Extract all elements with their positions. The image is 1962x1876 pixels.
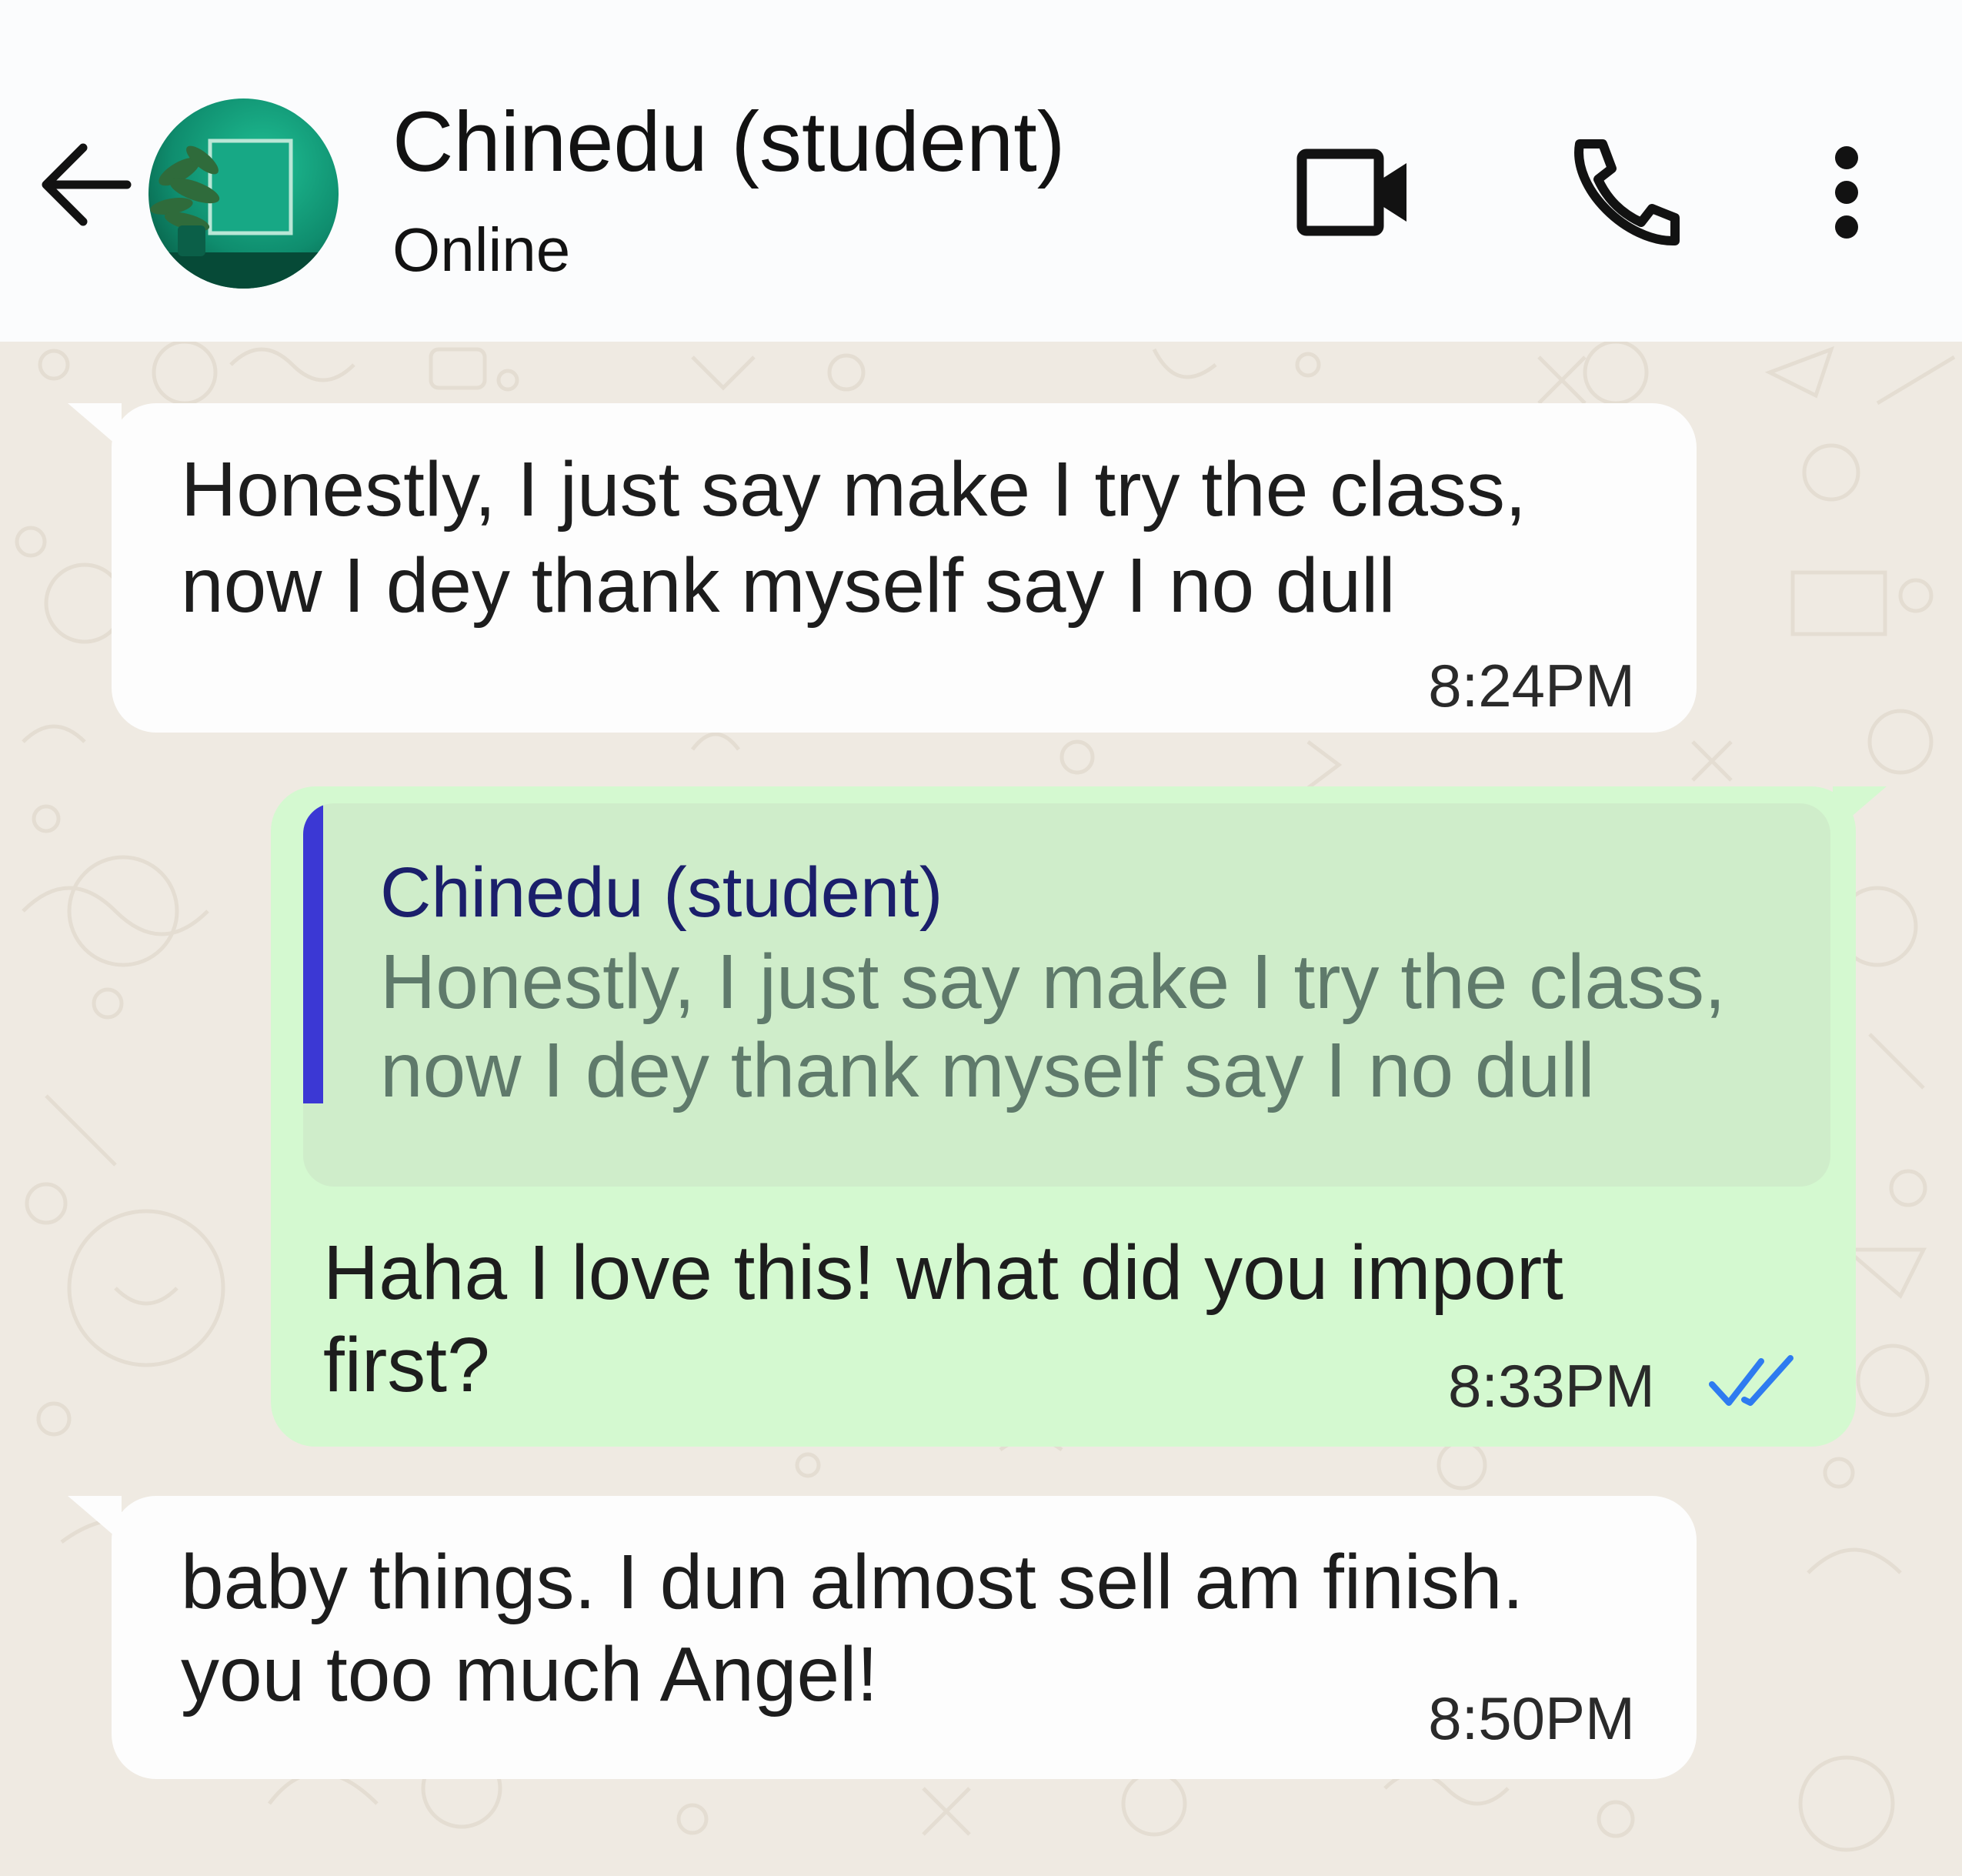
chat-area[interactable]: Honestly, I just say make I try the clas… [0, 342, 1962, 1876]
reply-quote-author: Chinedu (student) [380, 853, 943, 932]
reply-quote-text-line: now I dey thank myself say I no dull [380, 1027, 1595, 1113]
message-text-line: Honestly, I just say make I try the clas… [181, 446, 1527, 532]
more-options-button[interactable] [1808, 139, 1885, 246]
read-receipt-icon [1709, 1355, 1793, 1406]
reply-quote-text-line: Honestly, I just say make I try the clas… [380, 939, 1726, 1025]
message-bubble-incoming[interactable]: baby things. I dun almost sell am finish… [112, 1496, 1697, 1779]
message-timestamp: 8:24PM [1428, 652, 1635, 719]
message-bubble-outgoing[interactable]: Chinedu (student) Honestly, I just say m… [271, 786, 1856, 1447]
more-vertical-icon [1835, 146, 1858, 239]
message-timestamp: 8:50PM [1428, 1684, 1635, 1752]
message-text-line: first? [323, 1322, 490, 1408]
bubble-tail [1833, 786, 1887, 833]
message-text-line: Haha I love this! what did you import [323, 1230, 1563, 1316]
message-timestamp: 8:33PM [1448, 1352, 1655, 1420]
message-text-line: you too much Angel! [181, 1631, 879, 1717]
back-button[interactable] [31, 131, 138, 239]
arrow-left-icon [42, 143, 132, 226]
voice-call-button[interactable] [1558, 135, 1681, 250]
message-bubble-incoming[interactable]: Honestly, I just say make I try the clas… [112, 403, 1697, 733]
avatar[interactable] [148, 98, 339, 289]
reply-quote[interactable]: Chinedu (student) Honestly, I just say m… [303, 803, 1830, 1187]
chat-header: Chinedu (student) Online [0, 0, 1962, 342]
video-call-button[interactable] [1293, 139, 1416, 246]
avatar-image [148, 98, 339, 289]
message-text-line: baby things. I dun almost sell am finish… [181, 1539, 1524, 1625]
message-text-line: now I dey thank myself say I no dull [181, 542, 1396, 629]
video-camera-icon [1296, 149, 1406, 236]
phone-icon [1574, 139, 1680, 246]
contact-name[interactable]: Chinedu (student) [392, 100, 1065, 185]
contact-status: Online [392, 215, 571, 284]
reply-quote-bar [303, 803, 323, 1103]
